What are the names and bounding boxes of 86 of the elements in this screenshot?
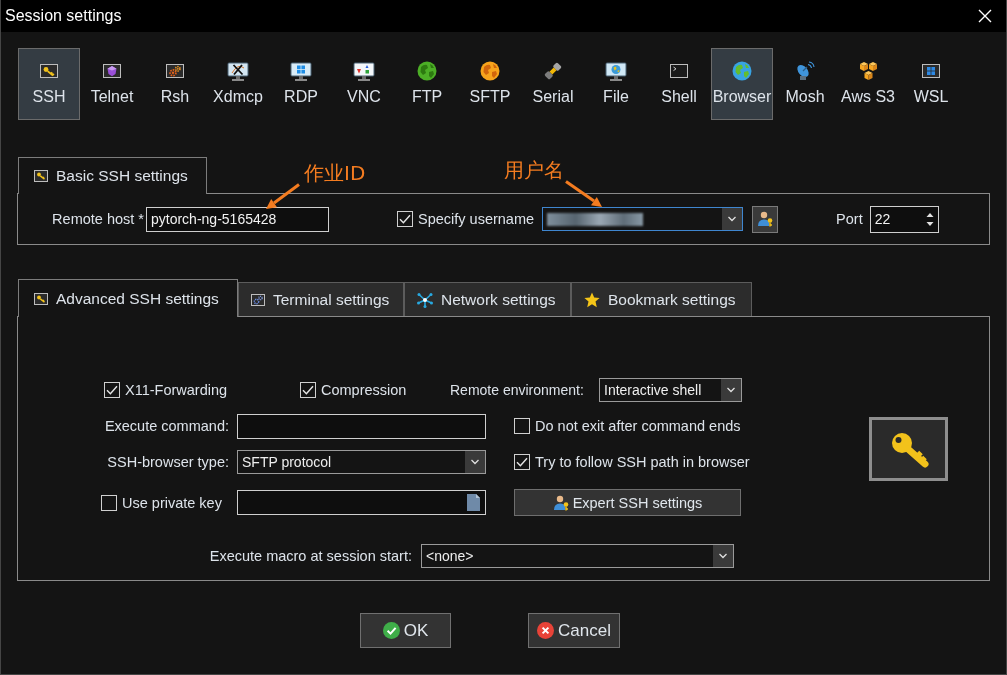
monitor-icon: [353, 61, 375, 81]
checkbox-label: Do not exit after command ends: [535, 417, 741, 435]
checkbox[interactable]: [397, 211, 413, 227]
username-combobox[interactable]: [542, 207, 744, 231]
terminal-icon: [670, 64, 688, 78]
checkbox-label: Use private key: [122, 493, 222, 512]
key-icon: [34, 170, 48, 182]
browser-type-dropdown[interactable]: SFTP protocol: [237, 450, 486, 474]
session-type-button[interactable]: Mosh: [774, 48, 836, 120]
checkbox-label: Compression: [321, 381, 407, 399]
arrow-icon: [564, 180, 603, 208]
tab[interactable]: Advanced SSH settings: [18, 279, 238, 317]
key-icon: [40, 64, 58, 78]
session-type-button[interactable]: Xdmcp: [207, 48, 269, 120]
close-icon[interactable]: [978, 9, 992, 23]
checkbox[interactable]: [104, 382, 120, 398]
cubes-icon: [857, 61, 879, 81]
chevron-down-icon: [465, 451, 485, 473]
field-label: Port: [836, 210, 863, 228]
annotation-text: 用户名: [504, 158, 564, 182]
user-key-icon: [552, 494, 569, 511]
star-icon: [584, 291, 600, 308]
cancel-button[interactable]: Cancel: [528, 613, 620, 648]
session-type-button[interactable]: FTP: [396, 48, 458, 120]
session-type-button[interactable]: SSH: [18, 48, 80, 120]
checkbox[interactable]: [300, 382, 316, 398]
chevron-down-icon: [722, 208, 743, 230]
field-label: Execute command:: [103, 417, 229, 435]
key-icon: [34, 292, 48, 305]
session-type-button[interactable]: Serial: [522, 48, 584, 120]
tab[interactable]: Terminal settings: [238, 282, 404, 316]
globe-icon: [480, 61, 500, 81]
x-circle-icon: [537, 622, 555, 639]
gears-icon: [166, 64, 184, 78]
chevron-down-icon: [713, 545, 733, 567]
session-type-button[interactable]: SFTP: [459, 48, 521, 120]
session-type-button[interactable]: WSL: [900, 48, 962, 120]
ok-button[interactable]: OK: [360, 613, 451, 648]
gem-icon: [103, 64, 121, 78]
check-circle-icon: [382, 622, 400, 639]
remote-host-field[interactable]: pytorch-ng-5165428: [146, 206, 329, 232]
window-tiles-icon: [922, 64, 940, 78]
arrow-icon: [265, 183, 300, 210]
session-type-button[interactable]: Rsh: [144, 48, 206, 120]
tab[interactable]: Bookmark settings: [571, 282, 752, 316]
user-button[interactable]: [752, 205, 779, 233]
monitor-icon: [227, 61, 249, 81]
globe-icon: [732, 61, 752, 81]
checkbox[interactable]: [514, 454, 530, 470]
chevron-down-icon: [721, 379, 741, 401]
annotation-text: 作业ID: [304, 161, 366, 185]
session-type-button[interactable]: File: [585, 48, 647, 120]
port-field[interactable]: 22: [869, 205, 939, 233]
session-type-button[interactable]: RDP: [270, 48, 332, 120]
checkbox-label: X11-Forwarding: [125, 381, 228, 399]
session-type-button[interactable]: VNC: [333, 48, 395, 120]
user-key-icon: [757, 211, 774, 227]
checkbox[interactable]: [514, 418, 530, 434]
macro-dropdown[interactable]: <none>: [421, 544, 734, 568]
document-icon[interactable]: [467, 494, 480, 511]
window-title: Session settings: [5, 7, 122, 25]
session-type-button[interactable]: Browser: [711, 48, 773, 120]
field-label: Execute macro at session start:: [208, 547, 412, 565]
command-field[interactable]: [237, 413, 486, 439]
plug-icon: [543, 61, 563, 81]
section-tab[interactable]: Basic SSH settings: [18, 157, 207, 194]
checkbox[interactable]: [101, 494, 117, 511]
tab[interactable]: Network settings: [404, 282, 571, 316]
key-button[interactable]: [869, 416, 948, 481]
monitor-icon: [290, 61, 312, 81]
field-label: Remote environment:: [450, 381, 585, 399]
checkbox-label: Try to follow SSH path in browser: [535, 453, 750, 471]
environment-dropdown[interactable]: Interactive shell: [599, 378, 742, 402]
monitor-icon: [605, 61, 627, 81]
session-type-button[interactable]: Aws S3: [837, 48, 899, 120]
network-nodes-icon: [417, 291, 433, 308]
gears-icon: [251, 293, 265, 306]
session-type-button[interactable]: Shell: [648, 48, 710, 120]
key-file-field[interactable]: [237, 490, 486, 515]
checkbox-label: Specify username: [418, 210, 535, 228]
session-type-button[interactable]: Telnet: [81, 48, 143, 120]
expert-settings-button[interactable]: Expert SSH settings: [514, 489, 741, 516]
satellite-dish-icon: [795, 61, 815, 81]
globe-icon: [417, 61, 437, 81]
field-label: Remote host *: [51, 210, 144, 228]
field-label: SSH-browser type:: [106, 453, 229, 471]
